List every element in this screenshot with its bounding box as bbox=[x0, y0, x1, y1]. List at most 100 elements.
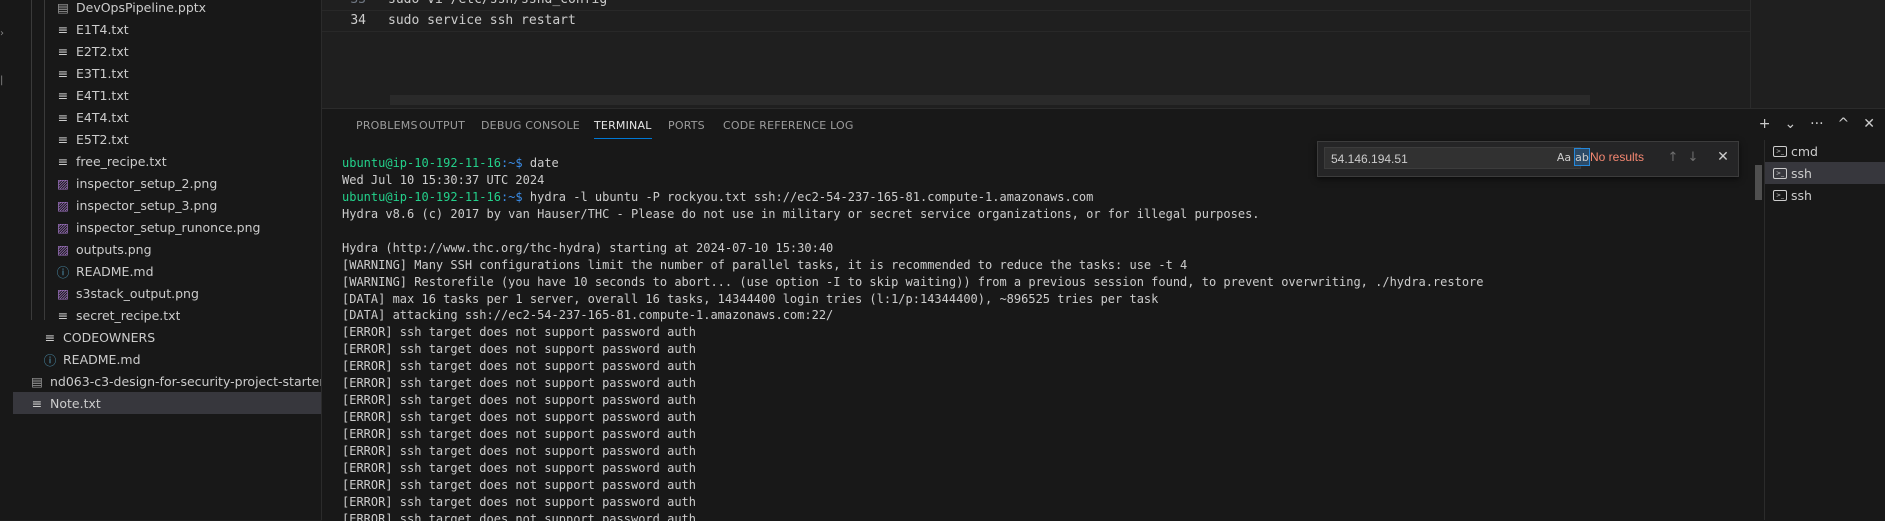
lines-icon: ≡ bbox=[57, 131, 69, 147]
code-text: sudo vi /etc/ssh/sshd_config bbox=[388, 0, 607, 7]
explorer-item[interactable]: ≡ E3T1.txt bbox=[13, 62, 321, 84]
file-icon: ▤ bbox=[31, 373, 43, 389]
explorer-item-label: E4T4.txt bbox=[76, 109, 129, 125]
lines-icon: ≡ bbox=[57, 87, 69, 103]
tab-terminal[interactable]: TERMINAL bbox=[594, 118, 652, 139]
next-match-icon[interactable]: ↓ bbox=[1684, 149, 1702, 167]
terminal-line: [ERROR] ssh target does not support pass… bbox=[342, 477, 697, 492]
image-icon: ▨ bbox=[57, 285, 69, 301]
explorer-item[interactable]: ≡ CODEOWNERS bbox=[13, 326, 321, 348]
explorer-item[interactable]: ≡ E2T2.txt bbox=[13, 40, 321, 62]
explorer-item[interactable]: ▤ nd063-c3-design-for-security-project-st… bbox=[13, 370, 322, 392]
terminal-line: Hydra v8.6 (c) 2017 by van Hauser/THC - … bbox=[342, 206, 1260, 221]
dropdown-icon[interactable]: ⌄ bbox=[1784, 116, 1796, 132]
explorer-item[interactable]: ⓘ README.md bbox=[13, 260, 321, 282]
explorer-item-label: E2T2.txt bbox=[76, 43, 129, 59]
horizontal-scrollbar[interactable] bbox=[390, 95, 1590, 105]
tab-debug-console[interactable]: DEBUG CONSOLE bbox=[481, 118, 580, 138]
tab-problems[interactable]: PROBLEMS bbox=[356, 118, 418, 138]
explorer-item[interactable]: ≡ free_recipe.txt bbox=[13, 150, 321, 172]
explorer-item[interactable]: ≡ Note.txt bbox=[13, 392, 321, 414]
explorer-item[interactable]: ≡ E4T4.txt bbox=[13, 106, 321, 128]
maximize-icon[interactable]: ^ bbox=[1838, 116, 1850, 132]
lines-icon: ≡ bbox=[57, 153, 69, 169]
panel-tabs: PROBLEMS OUTPUT DEBUG CONSOLE TERMINAL PORTS… bbox=[322, 109, 1885, 143]
terminal-instance-label: ssh bbox=[1791, 187, 1812, 203]
tab-ports[interactable]: PORTS bbox=[668, 118, 705, 138]
terminal-icon: >_ bbox=[1773, 167, 1787, 179]
explorer-item[interactable]: ▤ DevOpsPipeline.pptx bbox=[13, 0, 321, 18]
explorer-item[interactable]: ▨ s3stack_output.png bbox=[13, 282, 321, 304]
lines-icon: ≡ bbox=[57, 43, 69, 59]
terminal-scrollbar[interactable] bbox=[1755, 165, 1762, 200]
terminal-find-widget: 54.146.194.51 Aa ab .* No results ↑ ↓ ✕ bbox=[1317, 141, 1739, 177]
tab-code-reference-log[interactable]: CODE REFERENCE LOG bbox=[723, 118, 854, 138]
terminal-line: [WARNING] Restorefile (you have 10 secon… bbox=[342, 274, 1484, 289]
close-panel-icon[interactable]: ✕ bbox=[1863, 116, 1875, 132]
terminal-line: [ERROR] ssh target does not support pass… bbox=[342, 376, 697, 391]
lines-icon: ≡ bbox=[44, 329, 56, 345]
activity-icon[interactable]: › bbox=[0, 29, 4, 39]
terminal-line: [DATA] attacking ssh://ec2-54-237-165-81… bbox=[342, 308, 834, 323]
terminal-line: [ERROR] ssh target does not support pass… bbox=[342, 325, 697, 340]
match-case-toggle[interactable]: Aa bbox=[1554, 149, 1574, 167]
terminal-line: ubuntu@ip-10-192-11-16:~$ hydra -l ubunt… bbox=[342, 189, 1772, 206]
code-line[interactable]: 34 sudo service ssh restart bbox=[322, 10, 1750, 32]
whole-word-toggle[interactable]: ab bbox=[1574, 148, 1590, 166]
lines-icon: ≡ bbox=[57, 65, 69, 81]
explorer-item-label: README.md bbox=[63, 351, 141, 367]
explorer-item[interactable]: ≡ secret_recipe.txt bbox=[13, 304, 321, 326]
image-icon: ▨ bbox=[57, 197, 69, 213]
find-input[interactable]: 54.146.194.51 bbox=[1324, 147, 1581, 169]
terminal-line: [ERROR] ssh target does not support pass… bbox=[342, 511, 697, 521]
command-text: date bbox=[522, 156, 559, 170]
image-icon: ▨ bbox=[57, 175, 69, 191]
terminal-output[interactable]: ubuntu@ip-10-192-11-16:~$ date Wed Jul 10… bbox=[342, 155, 1772, 521]
terminal-line: [ERROR] ssh target does not support pass… bbox=[342, 427, 697, 441]
explorer-item-label: E3T1.txt bbox=[76, 65, 129, 81]
terminal-instance[interactable]: >_ ssh bbox=[1765, 162, 1885, 184]
info-icon: ⓘ bbox=[43, 352, 57, 368]
previous-match-icon[interactable]: ↑ bbox=[1664, 149, 1682, 167]
terminal-line: Hydra (http://www.thc.org/thc-hydra) sta… bbox=[342, 240, 834, 255]
explorer-item[interactable]: ▨ outputs.png bbox=[13, 238, 321, 260]
command-text: hydra -l ubuntu -P rockyou.txt ssh://ec2… bbox=[522, 189, 1094, 204]
explorer-item-label: inspector_setup_runonce.png bbox=[76, 219, 261, 235]
explorer-item[interactable]: ⓘ README.md bbox=[13, 348, 321, 370]
explorer-item[interactable]: ≡ E4T1.txt bbox=[13, 84, 321, 106]
explorer-item-label: nd063-c3-design-for-security-project-sta… bbox=[50, 373, 322, 389]
minimap[interactable] bbox=[1750, 0, 1885, 108]
terminal-line: [ERROR] ssh target does not support pass… bbox=[342, 342, 697, 357]
line-number: 34 bbox=[350, 13, 366, 28]
new-terminal-icon[interactable]: + bbox=[1759, 116, 1771, 132]
explorer-item[interactable]: ≡ E1T4.txt bbox=[13, 18, 321, 40]
code-text: sudo service ssh restart bbox=[388, 13, 576, 28]
terminal-instance[interactable]: >_ ssh bbox=[1765, 184, 1885, 206]
explorer-item-label: s3stack_output.png bbox=[76, 285, 199, 301]
explorer-item[interactable]: ▨ inspector_setup_runonce.png bbox=[13, 216, 321, 238]
terminal-line: [WARNING] Many SSH configurations limit … bbox=[342, 257, 1188, 272]
explorer-item-label: E1T4.txt bbox=[76, 21, 129, 37]
prompt-user: ubuntu@ip-10-192-11-16 bbox=[342, 189, 501, 204]
terminal-icon: >_ bbox=[1773, 189, 1787, 201]
tab-output[interactable]: OUTPUT bbox=[419, 118, 465, 138]
image-icon: ▨ bbox=[57, 219, 69, 235]
terminal-line: [ERROR] ssh target does not support pass… bbox=[342, 393, 697, 408]
activity-icon[interactable]: | bbox=[0, 76, 4, 86]
editor-area[interactable]: 33 sudo vi /etc/ssh/sshd_config 34 sudo ser… bbox=[322, 0, 1750, 108]
explorer-item[interactable]: ▨ inspector_setup_2.png bbox=[13, 172, 321, 194]
terminal-line: [ERROR] ssh target does not support pass… bbox=[342, 410, 697, 425]
explorer-item[interactable]: ▨ inspector_setup_3.png bbox=[13, 194, 321, 216]
close-icon[interactable]: ✕ bbox=[1714, 148, 1732, 166]
terminal-instance[interactable]: >_ cmd bbox=[1765, 140, 1885, 162]
explorer-item-label: secret_recipe.txt bbox=[76, 307, 181, 323]
explorer-item[interactable]: ≡ E5T2.txt bbox=[13, 128, 321, 150]
terminal-list: >_ cmd >_ ssh >_ ssh bbox=[1764, 140, 1885, 520]
explorer-item-label: free_recipe.txt bbox=[76, 153, 167, 169]
explorer-item-label: DevOpsPipeline.pptx bbox=[76, 0, 207, 15]
more-icon[interactable]: ··· bbox=[1810, 116, 1823, 132]
code-line[interactable]: 33 sudo vi /etc/ssh/sshd_config bbox=[322, 0, 1750, 10]
panel-actions: + ⌄ ··· ^ ✕ bbox=[1759, 116, 1875, 132]
image-icon: ▨ bbox=[57, 241, 69, 257]
